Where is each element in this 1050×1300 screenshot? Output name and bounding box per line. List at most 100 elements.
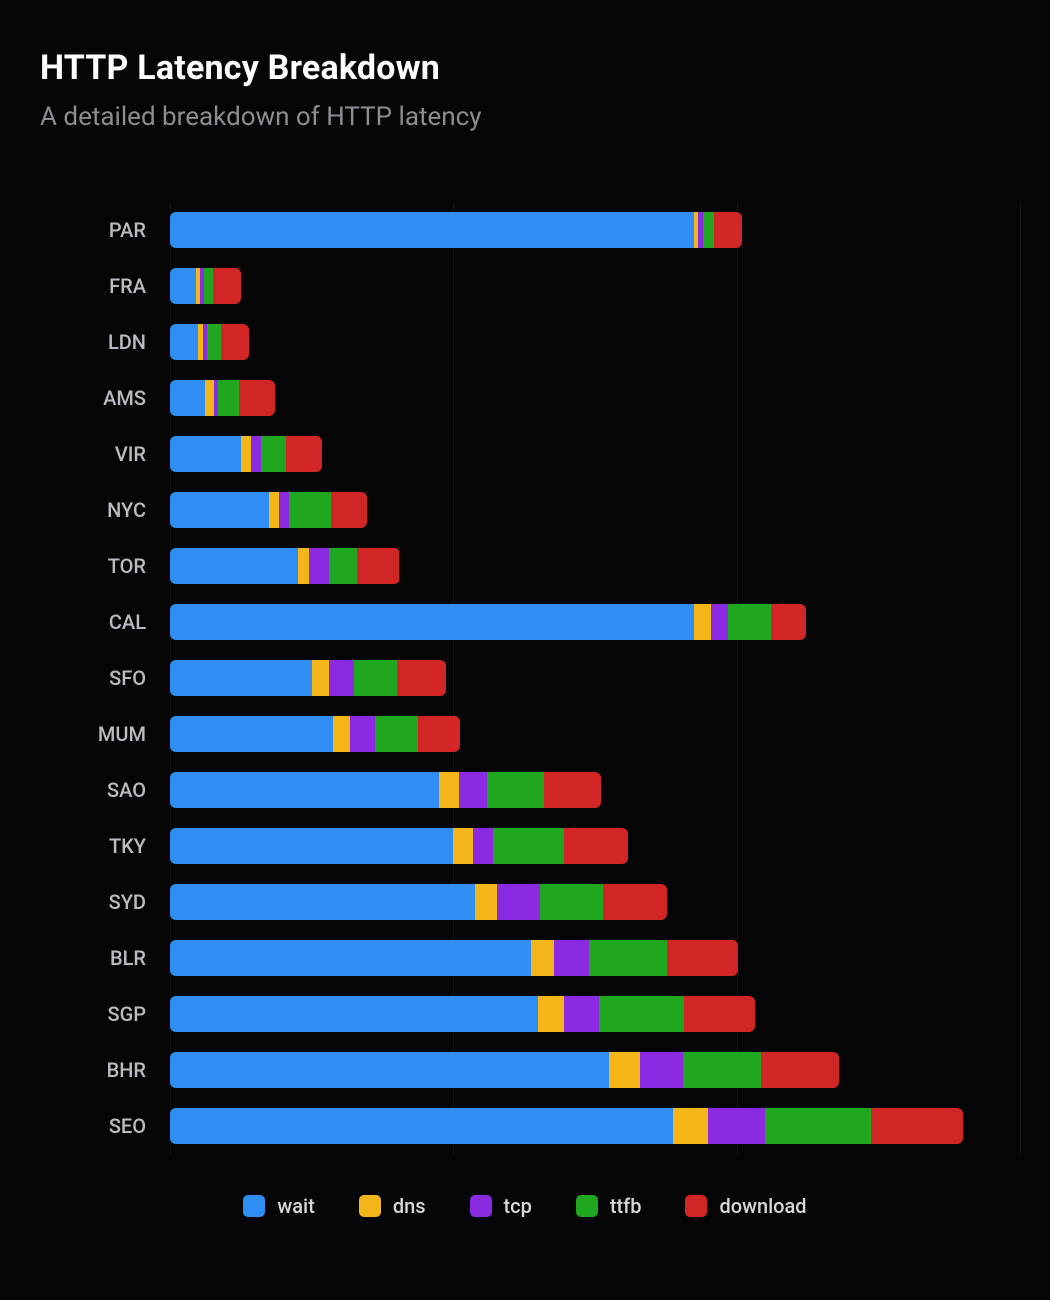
segment-download — [667, 940, 738, 976]
bar-row: VIR — [60, 426, 1020, 482]
legend-item-download: download — [685, 1194, 806, 1218]
segment-wait — [170, 380, 205, 416]
segment-tcp — [473, 828, 493, 864]
segment-download — [286, 436, 321, 472]
segment-download — [357, 548, 400, 584]
segment-ttfb — [207, 324, 221, 360]
segment-ttfb — [683, 1052, 761, 1088]
bar-track — [170, 324, 1020, 360]
stacked-bar — [170, 1052, 839, 1088]
category-label: NYC — [60, 498, 170, 522]
bar-track — [170, 828, 1020, 864]
segment-wait — [170, 716, 333, 752]
category-label: MUM — [60, 722, 170, 746]
segment-download — [418, 716, 461, 752]
category-label: BHR — [60, 1058, 170, 1082]
swatch-wait — [243, 1195, 265, 1217]
bar-track — [170, 548, 1020, 584]
segment-ttfb — [765, 1108, 871, 1144]
stacked-bar — [170, 1108, 963, 1144]
bar-row: BHR — [60, 1042, 1020, 1098]
segment-wait — [170, 1052, 609, 1088]
bar-row: NYC — [60, 482, 1020, 538]
stacked-bar — [170, 548, 400, 584]
stacked-bar — [170, 884, 667, 920]
segment-dns — [269, 492, 279, 528]
segment-wait — [170, 324, 198, 360]
segment-download — [761, 1052, 839, 1088]
segment-ttfb — [728, 604, 771, 640]
segment-ttfb — [261, 436, 287, 472]
stacked-bar — [170, 940, 738, 976]
segment-wait — [170, 828, 453, 864]
segment-tcp — [350, 716, 376, 752]
segment-wait — [170, 604, 694, 640]
segment-wait — [170, 1108, 673, 1144]
segment-ttfb — [703, 212, 714, 248]
segment-dns — [439, 772, 459, 808]
bar-track — [170, 380, 1020, 416]
segment-dns — [475, 884, 498, 920]
page-title: HTTP Latency Breakdown — [40, 48, 1010, 88]
segment-tcp — [554, 940, 589, 976]
bar-track — [170, 772, 1020, 808]
swatch-ttfb — [576, 1195, 598, 1217]
category-label: SAO — [60, 778, 170, 802]
segment-ttfb — [218, 380, 239, 416]
bar-track — [170, 884, 1020, 920]
swatch-tcp — [470, 1195, 492, 1217]
segment-download — [603, 884, 667, 920]
segment-download — [239, 380, 274, 416]
segment-download — [684, 996, 755, 1032]
category-label: TKY — [60, 834, 170, 858]
bar-track — [170, 212, 1020, 248]
segment-download — [871, 1108, 963, 1144]
legend-item-ttfb: ttfb — [576, 1194, 642, 1218]
swatch-download — [685, 1195, 707, 1217]
bar-row: MUM — [60, 706, 1020, 762]
bar-track — [170, 996, 1020, 1032]
category-label: SGP — [60, 1002, 170, 1026]
segment-download — [331, 492, 366, 528]
bar-row: SAO — [60, 762, 1020, 818]
category-label: AMS — [60, 386, 170, 410]
segment-tcp — [708, 1108, 765, 1144]
segment-ttfb — [375, 716, 418, 752]
category-label: SYD — [60, 890, 170, 914]
stacked-bar — [170, 436, 322, 472]
stacked-bar — [170, 212, 742, 248]
category-label: VIR — [60, 442, 170, 466]
chart-area: PARFRALDNAMSVIRNYCTORCALSFOMUMSAOTKYSYDB… — [60, 202, 1020, 1154]
stacked-bar — [170, 828, 628, 864]
legend-label-ttfb: ttfb — [610, 1194, 642, 1218]
category-label: LDN — [60, 330, 170, 354]
segment-ttfb — [329, 548, 357, 584]
legend-item-dns: dns — [359, 1194, 426, 1218]
page-subtitle: A detailed breakdown of HTTP latency — [40, 102, 1010, 132]
segment-wait — [170, 548, 298, 584]
category-label: CAL — [60, 610, 170, 634]
bar-track — [170, 436, 1020, 472]
segment-download — [544, 772, 601, 808]
segment-download — [221, 324, 249, 360]
bar-row: SYD — [60, 874, 1020, 930]
segment-dns — [538, 996, 564, 1032]
bar-row: LDN — [60, 314, 1020, 370]
segment-dns — [205, 380, 214, 416]
bar-track — [170, 660, 1020, 696]
segment-wait — [170, 492, 269, 528]
category-label: FRA — [60, 274, 170, 298]
category-label: SEO — [60, 1114, 170, 1138]
segment-dns — [453, 828, 473, 864]
segment-tcp — [279, 492, 289, 528]
bar-row: TKY — [60, 818, 1020, 874]
bar-row: CAL — [60, 594, 1020, 650]
bar-track — [170, 1108, 1020, 1144]
legend-label-download: download — [719, 1194, 806, 1218]
bar-track — [170, 716, 1020, 752]
segment-ttfb — [487, 772, 544, 808]
segment-tcp — [497, 884, 540, 920]
segment-download — [771, 604, 806, 640]
chart-panel: HTTP Latency Breakdown A detailed breakd… — [0, 0, 1050, 1300]
segment-dns — [312, 660, 329, 696]
